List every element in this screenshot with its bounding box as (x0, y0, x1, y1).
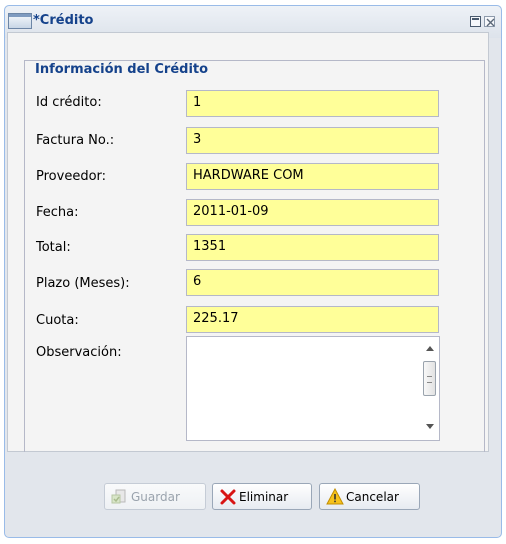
scroll-down-arrow-icon[interactable] (426, 424, 434, 429)
total-field[interactable]: 1351 (186, 234, 439, 261)
scroll-thumb[interactable] (423, 361, 436, 396)
maximize-icon[interactable] (470, 16, 481, 27)
observacion-scrollbar[interactable] (422, 338, 438, 439)
delete-x-icon (220, 489, 236, 504)
fecha-field[interactable]: 2011-01-09 (186, 199, 439, 226)
cancel-button-label: Cancelar (346, 489, 399, 504)
warning-icon (326, 487, 344, 504)
fieldset-legend: Información del Crédito (32, 62, 212, 77)
delete-button[interactable]: Eliminar (212, 483, 312, 510)
factura-field[interactable]: 3 (186, 127, 439, 154)
id-credito-field[interactable]: 1 (186, 90, 439, 117)
proveedor-label: Proveedor: (36, 169, 107, 184)
proveedor-field[interactable]: HARDWARE COM (186, 163, 439, 190)
plazo-field[interactable]: 6 (186, 269, 439, 296)
plazo-label: Plazo (Meses): (36, 276, 130, 291)
observacion-textarea[interactable] (186, 336, 440, 441)
save-icon (111, 489, 126, 503)
fecha-label: Fecha: (36, 205, 79, 220)
delete-button-label: Eliminar (239, 489, 289, 504)
factura-label: Factura No.: (36, 133, 115, 148)
window-title: *Crédito (33, 13, 94, 28)
observacion-label: Observación: (36, 345, 122, 360)
cuota-field[interactable]: 225.17 (186, 306, 439, 333)
id-credito-label: Id crédito: (36, 95, 102, 110)
scroll-up-arrow-icon[interactable] (426, 346, 434, 351)
window-icon (8, 13, 32, 29)
cancel-button[interactable]: Cancelar (319, 483, 420, 510)
save-button[interactable]: Guardar (104, 483, 206, 510)
total-label: Total: (36, 240, 71, 255)
close-icon[interactable] (484, 16, 495, 27)
cuota-label: Cuota: (36, 313, 79, 328)
save-button-label: Guardar (131, 489, 180, 504)
